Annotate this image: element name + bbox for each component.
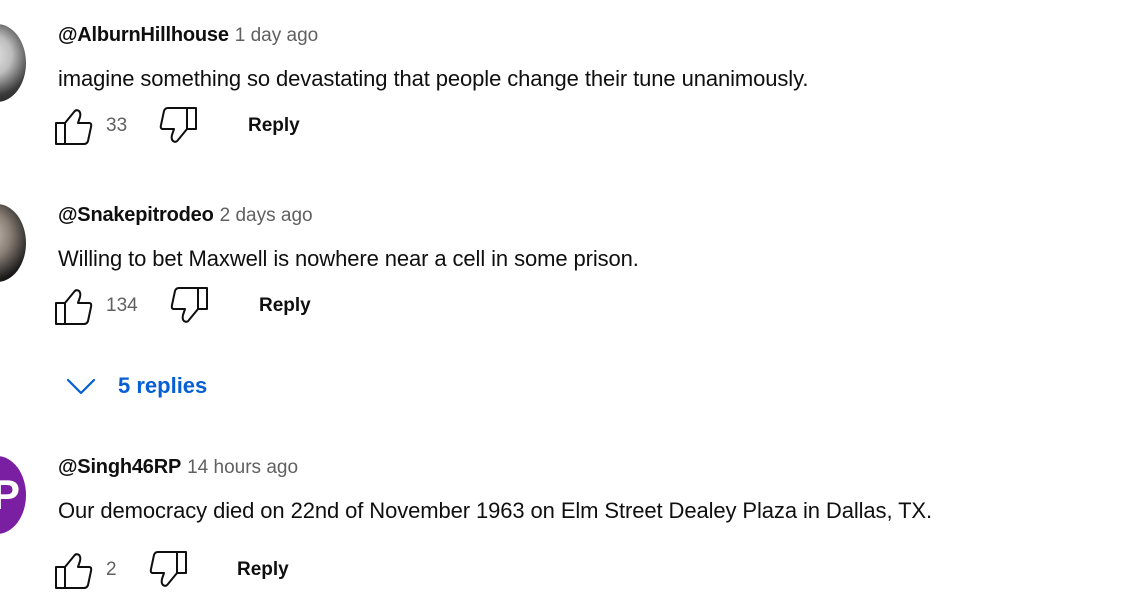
thumbs-up-icon: [55, 289, 93, 325]
comment-time[interactable]: 1 day ago: [235, 25, 318, 46]
avatar[interactable]: [0, 204, 26, 282]
like-count: 134: [106, 295, 138, 316]
like-count: 33: [106, 115, 128, 136]
comment-thread: P @Singh46RP 14 hours ago Our democracy d…: [0, 456, 1138, 589]
like-count: 2: [106, 559, 117, 580]
thumbs-up-icon: [55, 109, 93, 145]
comment-time[interactable]: 14 hours ago: [187, 457, 298, 478]
dislike-button[interactable]: [169, 286, 209, 326]
dislike-button[interactable]: [148, 550, 188, 590]
reply-button[interactable]: Reply: [248, 115, 300, 137]
reply-button[interactable]: Reply: [259, 295, 311, 317]
like-button[interactable]: [54, 106, 94, 146]
dislike-button[interactable]: [158, 106, 198, 146]
reply-button[interactable]: Reply: [237, 559, 289, 581]
thumbs-down-icon: [149, 551, 187, 587]
comment-header: @Singh46RP 14 hours ago: [58, 456, 298, 479]
comment-author[interactable]: @AlburnHillhouse: [58, 24, 229, 46]
comment-thread: @AlburnHillhouse 1 day ago imagine someth…: [0, 24, 1138, 164]
thumbs-down-icon: [159, 107, 197, 143]
chevron-down-icon: [66, 378, 96, 395]
avatar[interactable]: [0, 24, 26, 102]
comment-header: @AlburnHillhouse 1 day ago: [58, 24, 318, 47]
like-button[interactable]: [54, 286, 94, 326]
avatar-letter: P: [0, 471, 20, 518]
replies-count-label: 5 replies: [118, 373, 208, 398]
comment-time[interactable]: 2 days ago: [220, 205, 313, 226]
comment-text: imagine something so devastating that pe…: [58, 66, 809, 91]
comment-text: Our democracy died on 22nd of November 1…: [58, 498, 932, 523]
avatar[interactable]: P: [0, 456, 26, 534]
comment-author[interactable]: @Singh46RP: [58, 456, 181, 478]
like-button[interactable]: [54, 550, 94, 590]
comment-author[interactable]: @Snakepitrodeo: [58, 204, 214, 226]
comment-thread: @Snakepitrodeo 2 days ago Willing to bet …: [0, 204, 1138, 344]
thumbs-down-icon: [170, 287, 208, 323]
comment-text: Willing to bet Maxwell is nowhere near a…: [58, 246, 639, 271]
thumbs-up-icon: [55, 553, 93, 589]
comment-header: @Snakepitrodeo 2 days ago: [58, 204, 313, 227]
